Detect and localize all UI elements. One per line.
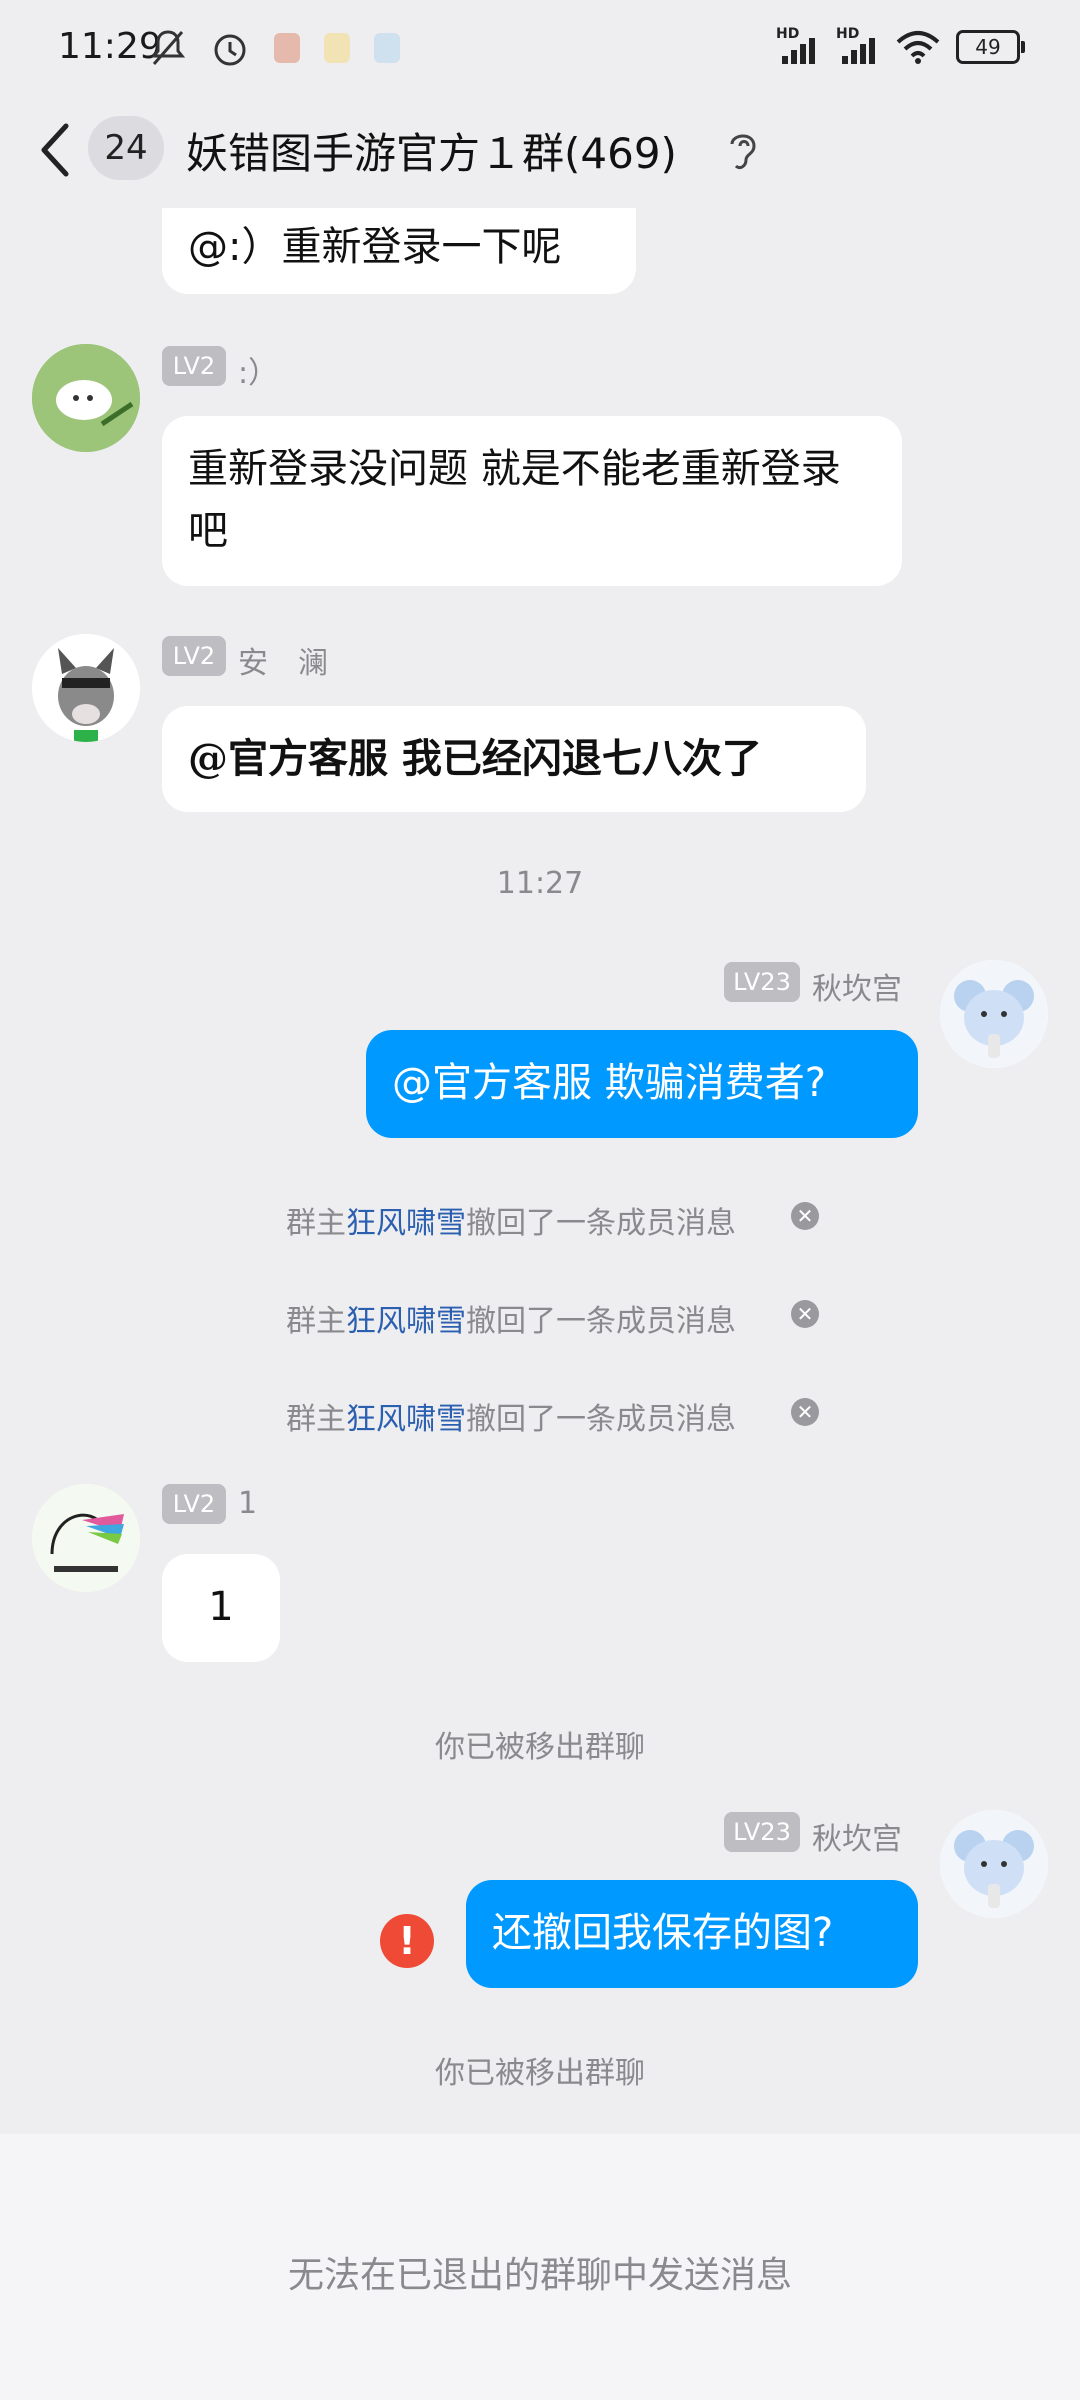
alarm-icon bbox=[214, 34, 246, 66]
app-notify-icon bbox=[324, 33, 350, 63]
removed-text: 你已被移出群聊 bbox=[435, 2056, 645, 2091]
system-icons: HD HD 49 bbox=[776, 26, 1025, 64]
sender-name[interactable]: 秋坎宫 bbox=[812, 1814, 902, 1858]
status-bar: 11:29 HD HD 49 bbox=[0, 0, 1080, 100]
level-badge: LV2 bbox=[162, 1484, 226, 1524]
avatar-image bbox=[940, 1810, 1048, 1918]
network-type-label-2: HD bbox=[836, 26, 860, 42]
sender-name[interactable]: 秋坎宫 bbox=[812, 964, 902, 1008]
recall-suffix: 撤回了一条成员消息 bbox=[466, 1402, 736, 1437]
recall-suffix: 撤回了一条成员消息 bbox=[466, 1304, 736, 1339]
message-text: 还撤回我保存的图? bbox=[492, 1910, 834, 1956]
signal-icon: HD bbox=[776, 26, 820, 64]
avatar[interactable] bbox=[940, 960, 1048, 1068]
recall-notice: 群主狂风啸雪撤回了一条成员消息 bbox=[286, 1198, 736, 1242]
message-bubble[interactable]: 重新登录没问题 就是不能老重新登录吧 bbox=[162, 416, 902, 586]
time-label: 11:27 bbox=[0, 866, 1080, 901]
level-badge: LV23 bbox=[724, 1812, 800, 1852]
level-badge: LV23 bbox=[724, 962, 800, 1002]
message-bubble[interactable]: @官方客服 欺骗消费者? bbox=[366, 1030, 918, 1138]
removed-text: 你已被移出群聊 bbox=[435, 1730, 645, 1765]
wifi-icon bbox=[896, 31, 940, 64]
unread-count-badge[interactable]: 24 bbox=[88, 116, 164, 180]
avatar[interactable] bbox=[32, 634, 140, 742]
recall-owner-name[interactable]: 狂风啸雪 bbox=[346, 1206, 466, 1241]
sender-name[interactable]: :） bbox=[238, 348, 278, 392]
message-bubble[interactable]: 还撤回我保存的图? bbox=[466, 1880, 918, 1988]
input-disabled-footer: 无法在已退出的群聊中发送消息 bbox=[0, 2134, 1080, 2400]
removed-notice: 你已被移出群聊 bbox=[0, 1722, 1080, 1766]
error-icon[interactable]: ! bbox=[380, 1914, 434, 1968]
message-bubble[interactable]: @官方客服 我已经闪退七八次了 bbox=[162, 706, 866, 812]
message-bubble[interactable]: @:）重新登录一下呢 bbox=[162, 208, 636, 294]
avatar[interactable] bbox=[940, 1810, 1048, 1918]
message-text: @官方客服 欺骗消费者? bbox=[392, 1060, 826, 1106]
recall-owner-name[interactable]: 狂风啸雪 bbox=[346, 1304, 466, 1339]
message-text: @官方客服 我已经闪退七八次了 bbox=[188, 735, 762, 782]
avatar-image bbox=[940, 960, 1048, 1068]
sender-name[interactable]: 1 bbox=[238, 1486, 257, 1521]
chat-screen: 11:29 HD HD 49 24 妖错图手游官方１群(469) @:）重新登录… bbox=[0, 0, 1080, 2400]
recall-owner-name[interactable]: 狂风啸雪 bbox=[346, 1402, 466, 1437]
avatar[interactable] bbox=[32, 1484, 140, 1592]
avatar-image bbox=[32, 1484, 140, 1592]
recall-prefix: 群主 bbox=[286, 1402, 346, 1437]
network-type-label: HD bbox=[776, 26, 800, 42]
close-icon[interactable]: ✕ bbox=[791, 1398, 819, 1426]
level-badge: LV2 bbox=[162, 346, 226, 386]
footer-notice: 无法在已退出的群聊中发送消息 bbox=[287, 2255, 792, 2296]
status-time: 11:29 bbox=[58, 26, 162, 67]
removed-notice: 你已被移出群聊 bbox=[0, 2048, 1080, 2092]
close-icon[interactable]: ✕ bbox=[791, 1202, 819, 1230]
notification-icons bbox=[150, 28, 400, 68]
app-notify-icon-2 bbox=[374, 33, 400, 63]
chat-header: 24 妖错图手游官方１群(469) bbox=[0, 100, 1080, 200]
time-text: 11:27 bbox=[496, 866, 584, 901]
group-title[interactable]: 妖错图手游官方１群(469) bbox=[186, 120, 677, 181]
sender-name[interactable]: 安 澜 bbox=[238, 638, 328, 682]
avatar[interactable] bbox=[32, 344, 140, 452]
message-text: @:）重新登录一下呢 bbox=[188, 224, 562, 270]
mute-bell-icon bbox=[150, 30, 186, 65]
message-text: 重新登录没问题 就是不能老重新登录吧 bbox=[188, 446, 841, 554]
recall-prefix: 群主 bbox=[286, 1304, 346, 1339]
battery-indicator: 49 bbox=[956, 30, 1025, 64]
recall-notice: 群主狂风啸雪撤回了一条成员消息 bbox=[286, 1296, 736, 1340]
level-badge: LV2 bbox=[162, 636, 226, 676]
avatar-image bbox=[32, 634, 140, 742]
avatar-image bbox=[32, 344, 140, 452]
recall-notice: 群主狂风啸雪撤回了一条成员消息 bbox=[286, 1394, 736, 1438]
clipboard-app-icon bbox=[274, 33, 300, 63]
chevron-left-icon[interactable] bbox=[36, 122, 76, 178]
message-bubble[interactable]: 1 bbox=[162, 1554, 280, 1662]
message-text: 1 bbox=[208, 1584, 234, 1630]
close-icon[interactable]: ✕ bbox=[791, 1300, 819, 1328]
ear-icon[interactable] bbox=[726, 128, 760, 172]
recall-prefix: 群主 bbox=[286, 1206, 346, 1241]
recall-suffix: 撤回了一条成员消息 bbox=[466, 1206, 736, 1241]
signal-icon-2: HD bbox=[836, 26, 880, 64]
